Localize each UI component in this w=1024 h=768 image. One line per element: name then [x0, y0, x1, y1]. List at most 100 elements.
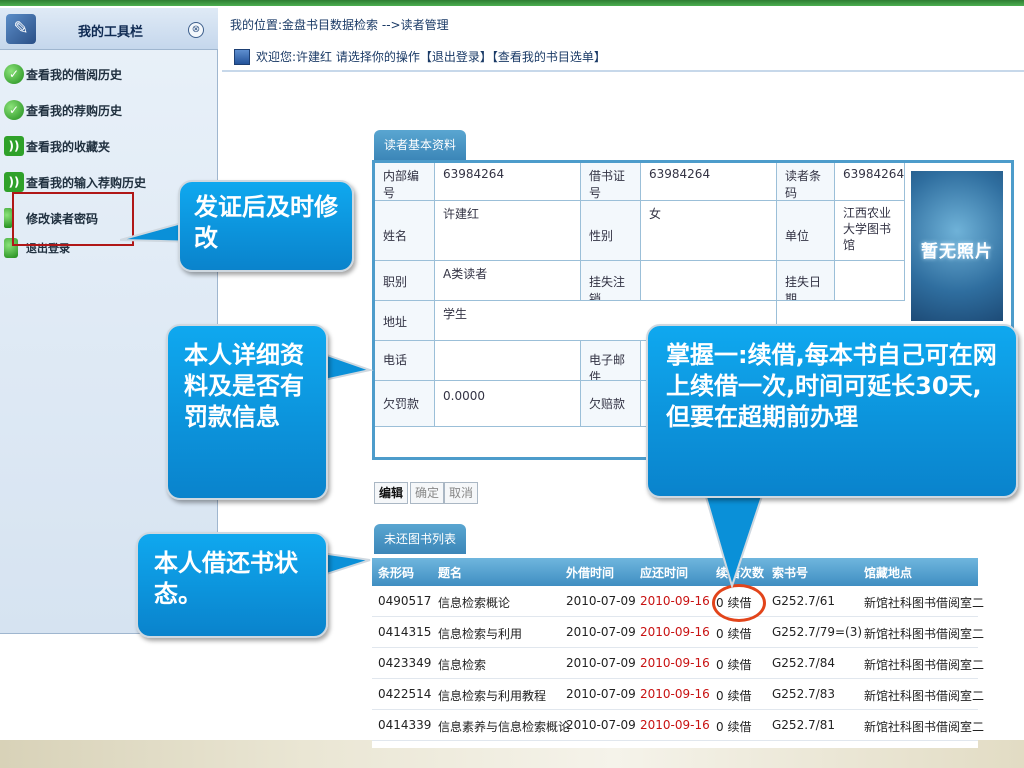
callout-tail-details [324, 352, 374, 382]
column-header: 外借时间 [566, 566, 615, 580]
label-gender: 性别 [581, 201, 641, 261]
column-header: 条形码 [378, 566, 415, 580]
sidebar-item-recommend-history[interactable]: ✓ 查看我的荐购历史 [4, 96, 214, 124]
table-row[interactable]: 0414339 信息素养与信息检索概论 2010-07-09 2010-09-1… [372, 710, 984, 741]
cell-barcode: 0422514 [378, 687, 432, 701]
sidebar-item-label: 查看我的输入荐购历史 [26, 175, 147, 190]
callout-loans: 本人借还书状态。 [136, 532, 328, 638]
label-address: 地址 [375, 301, 435, 341]
value-unit: 江西农业大学图书馆 [835, 201, 905, 261]
cancel-button[interactable]: 取消 [444, 482, 479, 504]
value-loss-cancel [641, 261, 777, 301]
cell-call-number: G252.7/61 [772, 594, 835, 608]
renew-link[interactable]: 0 续借 [716, 687, 751, 704]
label-loss-cancel: 挂失注销 [581, 261, 641, 301]
table-row[interactable]: 0423349 信息检索 2010-07-09 2010-09-16 0 续借 … [372, 648, 984, 679]
label-internal-no: 内部编号 [375, 163, 435, 201]
callout-password: 发证后及时修改 [178, 180, 354, 272]
label-compensation: 欠赔款 [581, 381, 641, 427]
edit-button[interactable]: 编辑 [374, 482, 409, 504]
cell-location: 新馆社科图书借阅室二 [864, 596, 985, 610]
user-icon [234, 48, 250, 65]
value-loss-date [835, 261, 905, 301]
cell-title[interactable]: 信息检索概论 [438, 594, 510, 611]
cell-barcode: 0423349 [378, 656, 432, 670]
divider [222, 70, 1024, 72]
cell-call-number: G252.7/81 [772, 718, 835, 732]
top-band [0, 0, 1024, 6]
confirm-button[interactable]: 确定 [410, 482, 445, 504]
welcome-text[interactable]: 欢迎您:许建红 请选择你的操作【退出登录】【查看我的书目选单】 [256, 48, 606, 65]
sidebar-item-favorites[interactable]: )) 查看我的收藏夹 [4, 132, 214, 160]
callout-password-text: 发证后及时修改 [194, 193, 338, 252]
reader-photo: 暂无照片 [911, 171, 1003, 321]
cell-title[interactable]: 信息检索与利用 [438, 625, 522, 642]
highlight-box [12, 192, 134, 246]
value-fine: 0.0000 [435, 381, 581, 427]
cell-due-date: 2010-09-16 [640, 656, 710, 670]
label-email: 电子邮件 [581, 341, 641, 381]
value-phone [435, 341, 581, 381]
cell-title[interactable]: 信息素养与信息检索概论 [438, 718, 570, 735]
cell-call-number: G252.7/79=(3) [772, 625, 863, 639]
loans-header: 条形码 题名 外借时间 应还时间 续借次数 索书号 馆藏地点 [372, 558, 978, 586]
rss-icon: )) [4, 172, 24, 192]
label-fine: 欠罚款 [375, 381, 435, 427]
cell-title[interactable]: 信息检索与利用教程 [438, 687, 546, 704]
label-name: 姓名 [375, 201, 435, 261]
cell-location: 新馆社科图书借阅室二 [864, 658, 985, 672]
value-name: 许建红 [435, 201, 581, 261]
cell-location: 新馆社科图书借阅室二 [864, 627, 985, 641]
key-icon [4, 208, 12, 228]
sidebar-item-label: 查看我的借阅历史 [26, 67, 123, 82]
column-header: 题名 [438, 566, 463, 580]
tab-reader-info[interactable]: 读者基本资料 [374, 130, 467, 160]
label-barcode: 读者条码 [777, 163, 835, 201]
value-gender: 女 [641, 201, 777, 261]
cell-out-date: 2010-07-09 [566, 656, 636, 670]
cell-due-date: 2010-09-16 [640, 718, 710, 732]
callout-details: 本人详细资料及是否有罚款信息 [166, 324, 328, 500]
collapse-icon[interactable]: ⊗ [188, 22, 204, 38]
cell-barcode: 0414315 [378, 625, 432, 639]
value-barcode: 63984264 [835, 163, 905, 201]
label-unit: 单位 [777, 201, 835, 261]
sidebar-title: 我的工具栏 [78, 25, 144, 40]
sidebar-item-label: 查看我的收藏夹 [26, 139, 111, 154]
label-loss-date: 挂失日期 [777, 261, 835, 301]
renew-link[interactable]: 0 续借 [716, 625, 751, 642]
table-row[interactable]: 0422514 信息检索与利用教程 2010-07-09 2010-09-16 … [372, 679, 984, 710]
value-rank: A类读者 [435, 261, 581, 301]
welcome-bar: 欢迎您:许建红 请选择你的操作【退出登录】【查看我的书目选单】 [234, 48, 606, 65]
column-header: 应还时间 [640, 566, 689, 580]
sidebar-header: ✎ 我的工具栏 ⊗ [0, 8, 218, 50]
renew-link[interactable]: 0 续借 [716, 656, 751, 673]
callout-renew: 掌握一:续借,每本书自己可在网上续借一次,时间可延长30天,但要在超期前办理 [646, 324, 1018, 498]
cell-out-date: 2010-07-09 [566, 718, 636, 732]
table-row[interactable]: 0490517 信息检索概论 2010-07-09 2010-09-16 0 续… [372, 586, 984, 617]
sidebar-item-borrow-history[interactable]: ✓ 查看我的借阅历史 [4, 60, 214, 88]
cell-out-date: 2010-07-09 [566, 625, 636, 639]
check-icon: ✓ [4, 64, 24, 84]
cell-due-date: 2010-09-16 [640, 594, 710, 608]
callout-details-text: 本人详细资料及是否有罚款信息 [184, 341, 304, 431]
value-card-no: 63984264 [641, 163, 777, 201]
callout-loans-text: 本人借还书状态。 [154, 549, 298, 608]
loans-table: 条形码 题名 外借时间 应还时间 续借次数 索书号 馆藏地点 0490517 信… [372, 558, 984, 748]
column-header: 馆藏地点 [864, 566, 913, 580]
renew-link[interactable]: 0 续借 [716, 718, 751, 735]
cell-barcode: 0490517 [378, 594, 432, 608]
rss-icon: )) [4, 136, 24, 156]
cell-barcode: 0414339 [378, 718, 432, 732]
table-row[interactable]: 0414315 信息检索与利用 2010-07-09 2010-09-16 0 … [372, 617, 984, 648]
photo-placeholder-text: 暂无照片 [921, 242, 993, 262]
check-icon: ✓ [4, 100, 24, 120]
value-internal-no: 63984264 [435, 163, 581, 201]
label-phone: 电话 [375, 341, 435, 381]
cell-location: 新馆社科图书借阅室二 [864, 689, 985, 703]
tab-loans[interactable]: 未还图书列表 [374, 524, 467, 554]
cell-call-number: G252.7/83 [772, 687, 835, 701]
notepad-icon: ✎ [6, 14, 36, 44]
callout-renew-text: 掌握一:续借,每本书自己可在网上续借一次,时间可延长30天,但要在超期前办理 [666, 341, 997, 431]
cell-title[interactable]: 信息检索 [438, 656, 486, 673]
